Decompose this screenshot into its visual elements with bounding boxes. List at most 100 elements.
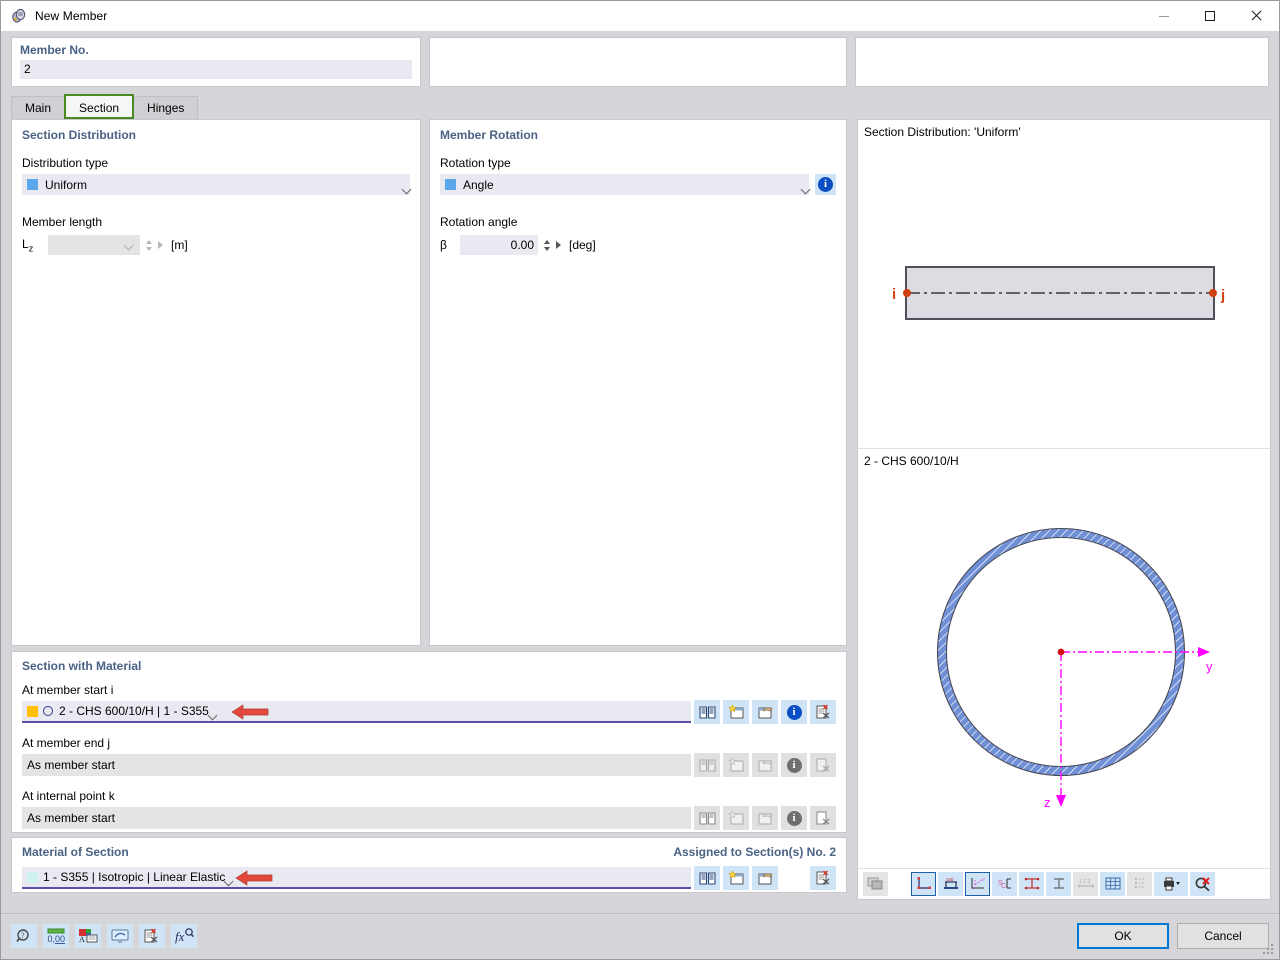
section-caption: 2 - CHS 600/10/H bbox=[864, 454, 959, 468]
print-icon[interactable] bbox=[1154, 872, 1188, 896]
distribution-type-select[interactable]: Uniform bbox=[22, 174, 410, 195]
rotation-angle-stepper[interactable] bbox=[541, 236, 552, 254]
member-length-input[interactable] bbox=[48, 235, 140, 255]
view-mode-icon[interactable] bbox=[107, 924, 133, 948]
material-edit-icon[interactable] bbox=[752, 866, 778, 890]
member-length-row: Lz [m] bbox=[22, 235, 410, 255]
rotation-angle-value: 0.00 bbox=[510, 238, 534, 252]
svg-text:A: A bbox=[79, 935, 85, 944]
show-dimensions-icon[interactable] bbox=[911, 872, 936, 896]
maximize-icon[interactable] bbox=[1187, 1, 1233, 31]
internal-point-select[interactable]: As member start bbox=[22, 807, 691, 829]
member-start-row: 2 - CHS 600/10/H | 1 - S355 i bbox=[22, 700, 836, 724]
distribution-graphic[interactable]: Section Distribution: 'Uniform' i j bbox=[858, 120, 1270, 448]
distribution-type-swatch bbox=[27, 179, 38, 190]
rotation-angle-label: Rotation angle bbox=[440, 215, 518, 229]
close-icon[interactable] bbox=[1233, 1, 1279, 31]
title-bar: New Member bbox=[1, 1, 1279, 31]
help-search-icon[interactable]: ? bbox=[11, 924, 37, 948]
rotation-angle-symbol: β bbox=[440, 238, 447, 252]
material-new-icon[interactable] bbox=[723, 866, 749, 890]
member-no-label: Member No. bbox=[20, 43, 89, 57]
rotation-type-info-button[interactable]: i bbox=[815, 174, 836, 195]
section-distribution-title: Section Distribution bbox=[22, 128, 136, 142]
section-distribution-panel: Section Distribution Distribution type U… bbox=[11, 119, 421, 646]
resize-grip[interactable] bbox=[1263, 944, 1275, 956]
member-start-edit-icon[interactable] bbox=[752, 700, 778, 724]
show-shear-center-icon[interactable]: SC bbox=[992, 872, 1017, 896]
reset-zoom-icon[interactable] bbox=[1190, 872, 1215, 896]
tab-section[interactable]: Section bbox=[64, 94, 135, 119]
member-end-info-icon: i bbox=[781, 753, 807, 777]
cancel-button[interactable]: Cancel bbox=[1177, 923, 1269, 949]
member-start-info-icon[interactable]: i bbox=[781, 700, 807, 724]
svg-text:1 2 3: 1 2 3 bbox=[1079, 879, 1090, 885]
section-with-material-panel: Section with Material At member start i … bbox=[11, 651, 847, 833]
member-length-symbol: Lz bbox=[22, 236, 34, 254]
graphics-panel: Section Distribution: 'Uniform' i j 2 - … bbox=[857, 119, 1271, 900]
show-stirrups-icon[interactable]: 100 bbox=[938, 872, 963, 896]
svg-text:z: z bbox=[972, 885, 974, 890]
rotation-type-select[interactable]: Angle bbox=[440, 174, 809, 195]
material-delete-icon[interactable] bbox=[810, 866, 836, 890]
rotation-angle-input[interactable]: 0.00 bbox=[460, 235, 538, 255]
tab-main[interactable]: Main bbox=[11, 96, 66, 119]
show-height-dimension-icon[interactable] bbox=[1019, 872, 1044, 896]
decimal-places-icon[interactable]: 0, 00 bbox=[43, 924, 69, 948]
distribution-type-label: Distribution type bbox=[22, 156, 109, 170]
member-length-chevron-down-icon bbox=[122, 241, 136, 250]
material-library-icon[interactable] bbox=[694, 866, 720, 890]
member-start-new-icon[interactable] bbox=[723, 700, 749, 724]
rotation-type-label: Rotation type bbox=[440, 156, 511, 170]
formula-icon[interactable]: fx bbox=[171, 924, 197, 948]
internal-point-row: As member start i bbox=[22, 806, 836, 830]
display-properties-icon[interactable]: A bbox=[75, 924, 101, 948]
material-select[interactable]: 1 - S355 | Isotropic | Linear Elastic bbox=[22, 867, 691, 889]
member-start-delete-icon[interactable] bbox=[810, 700, 836, 724]
internal-point-edit-icon bbox=[752, 806, 778, 830]
delete-record-icon[interactable] bbox=[139, 924, 165, 948]
member-length-more-icon[interactable] bbox=[158, 241, 163, 249]
svg-text:C: C bbox=[1001, 883, 1006, 890]
svg-text:00: 00 bbox=[55, 934, 65, 944]
rotation-angle-more-icon[interactable] bbox=[556, 241, 561, 249]
member-length-stepper[interactable] bbox=[143, 236, 154, 254]
rotation-angle-row: β 0.00 [deg] bbox=[440, 235, 836, 255]
section-color-swatch bbox=[27, 705, 38, 717]
member-end-new-icon bbox=[723, 753, 749, 777]
ok-button[interactable]: OK bbox=[1077, 923, 1169, 949]
internal-point-label: At internal point k bbox=[22, 789, 115, 803]
window-controls bbox=[1141, 1, 1279, 31]
member-end-edit-icon bbox=[752, 753, 778, 777]
show-axes-icon[interactable]: yz bbox=[965, 872, 990, 896]
material-color-swatch bbox=[27, 871, 38, 883]
member-rotation-panel: Member Rotation Rotation type Angle i Ro… bbox=[429, 119, 847, 646]
show-section-outline-icon[interactable] bbox=[1046, 872, 1071, 896]
svg-text:j: j bbox=[1220, 287, 1225, 304]
member-end-select[interactable]: As member start bbox=[22, 754, 691, 776]
assigned-to-sections-label: Assigned to Section(s) No. 2 bbox=[673, 845, 836, 859]
tab-hinges[interactable]: Hinges bbox=[133, 96, 199, 119]
show-numbering-icon: 1 2 3 bbox=[1073, 872, 1098, 896]
header-strip: Member No. bbox=[1, 31, 1279, 87]
new-member-dialog: New Member Member No. Main Section Hinge… bbox=[0, 0, 1280, 960]
svg-text:y: y bbox=[1206, 659, 1213, 674]
circular-section-icon bbox=[43, 706, 53, 716]
minimize-icon[interactable] bbox=[1141, 1, 1187, 31]
svg-text:?: ? bbox=[21, 931, 25, 940]
member-start-label: At member start i bbox=[22, 683, 114, 697]
show-grid-icon[interactable] bbox=[1100, 872, 1125, 896]
member-start-select[interactable]: 2 - CHS 600/10/H | 1 - S355 bbox=[22, 701, 691, 723]
member-rotation-title: Member Rotation bbox=[440, 128, 539, 142]
header-panel-secondary bbox=[429, 37, 847, 87]
material-value: 1 - S355 | Isotropic | Linear Elastic bbox=[43, 870, 226, 884]
internal-point-library-icon bbox=[694, 806, 720, 830]
section-graphic[interactable]: 2 - CHS 600/10/H y z bbox=[858, 449, 1270, 868]
member-start-library-icon[interactable] bbox=[694, 700, 720, 724]
svg-text:i: i bbox=[892, 286, 896, 303]
pointer-arrow-annotation bbox=[234, 868, 274, 888]
member-icon bbox=[11, 8, 27, 24]
member-start-value: 2 - CHS 600/10/H | 1 - S355 bbox=[59, 704, 209, 718]
member-no-input[interactable] bbox=[20, 60, 412, 79]
header-panel-tertiary bbox=[855, 37, 1269, 87]
